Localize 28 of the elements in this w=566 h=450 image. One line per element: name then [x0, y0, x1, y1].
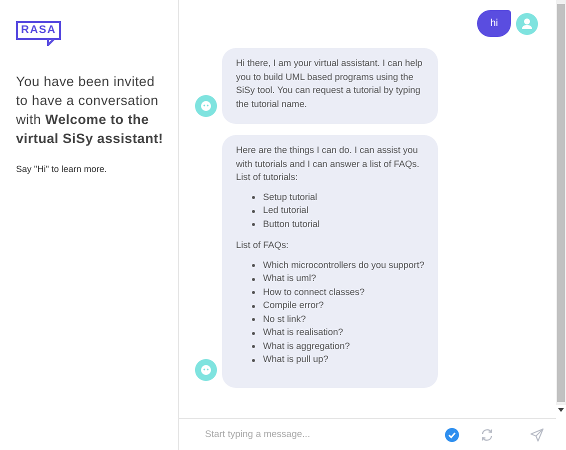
invitation-text: You have been invited to have a conversation with Welcome to the virtual SiSy assistant!: [16, 73, 164, 148]
check-icon[interactable]: [445, 428, 459, 442]
hint-text: Say "Hi" to learn more.: [16, 164, 108, 174]
message-text: Here are the things I can do. I can assist you with tutorials and I can answer a list of FAQs.: [236, 144, 420, 171]
scroll-down-icon[interactable]: [558, 408, 564, 412]
scrollbar[interactable]: [556, 0, 566, 405]
message-text: List of tutorials:: [236, 171, 299, 184]
user-message: hi: [477, 10, 511, 37]
list-item: No st link?: [263, 312, 306, 326]
user-avatar-icon: [516, 12, 538, 34]
message-text: List of FAQs:: [236, 239, 290, 252]
list-item: Setup tutorial: [263, 190, 318, 204]
logo: RASA: [16, 21, 62, 46]
bot-avatar-icon: [195, 358, 217, 380]
list-item: Which microcontrollers do you support?: [263, 258, 424, 272]
list-item: What is realisation?: [263, 326, 344, 339]
message-text: Hi there, I am your virtual assistant. I can help you to build UML based programs using the SiSy tool. You can request a tutorial by typing the tutorial name.: [236, 57, 424, 110]
bot-avatar-icon: [195, 95, 217, 117]
list-item: What is aggregation?: [263, 340, 350, 353]
message-input[interactable]: Start typing a message...: [205, 429, 424, 440]
list-item: What is pull up?: [263, 353, 328, 366]
refresh-icon[interactable]: [480, 428, 494, 442]
list-item: How to connect classes?: [263, 286, 365, 298]
list-item: Led tutorial: [263, 204, 308, 217]
list-item: Compile error?: [263, 299, 324, 312]
send-icon[interactable]: [530, 428, 544, 442]
list-item: Button tutorial: [263, 218, 320, 230]
list-item: What is uml?: [263, 272, 316, 285]
